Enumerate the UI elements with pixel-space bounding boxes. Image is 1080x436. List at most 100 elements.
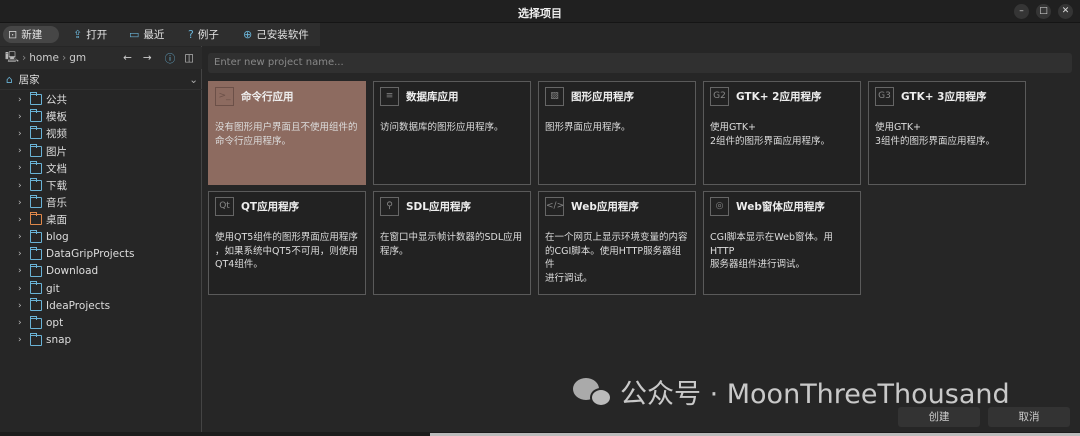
template-description: 使用GTK+ 3组件的图形界面应用程序。 bbox=[875, 122, 996, 147]
watermark: 公众号 · MoonThreeThousand bbox=[620, 379, 1010, 410]
create-button[interactable]: 创建 bbox=[898, 407, 980, 427]
chevron-right-icon[interactable]: › bbox=[18, 129, 26, 139]
template-card[interactable]: </> Web应用程序 在一个网页上显示环境变量的内容 的CGI脚本。使用HTTP服… bbox=[538, 191, 696, 295]
tree-item[interactable]: › 视频 bbox=[18, 125, 135, 142]
webform-icon: ◎ bbox=[710, 197, 729, 216]
folder-icon bbox=[30, 246, 42, 260]
chevron-right-icon[interactable]: › bbox=[18, 301, 26, 311]
tree-item-label: opt bbox=[46, 317, 64, 330]
close-button[interactable]: ✕ bbox=[1058, 4, 1073, 19]
template-title: QT应用程序 bbox=[241, 201, 300, 213]
chevron-right-icon[interactable]: › bbox=[18, 146, 26, 156]
tree-item-label: blog bbox=[46, 231, 69, 244]
question-icon: ? bbox=[188, 28, 194, 41]
folder-icon bbox=[30, 281, 42, 295]
title-bar: 选择项目 – □ ✕ bbox=[0, 0, 1080, 23]
tree-item[interactable]: › DataGripProjects bbox=[18, 246, 135, 263]
template-title: SDL应用程序 bbox=[406, 201, 471, 213]
chevron-right-icon[interactable]: › bbox=[18, 163, 26, 173]
chevron-right-icon[interactable]: › bbox=[18, 95, 26, 105]
template-card[interactable]: Qt QT应用程序 使用QT5组件的图形界面应用程序 ，如果系统中QT5不可用，则使… bbox=[208, 191, 366, 295]
open-button[interactable]: ⇪ 打开 bbox=[68, 26, 112, 43]
tree-item-label: 桌面 bbox=[46, 214, 67, 227]
forward-arrow-icon[interactable]: → bbox=[143, 52, 152, 64]
back-arrow-icon[interactable]: ← bbox=[123, 52, 132, 64]
tree-item[interactable]: › 公共 bbox=[18, 91, 135, 108]
tree-item[interactable]: › 音乐 bbox=[18, 194, 135, 211]
minimize-button[interactable]: – bbox=[1014, 4, 1029, 19]
template-card[interactable]: ◎ Web窗体应用程序 CGI脚本显示在Web窗体。用HTTP 服务器组件进行调试。 bbox=[703, 191, 861, 295]
tree-item[interactable]: › git bbox=[18, 280, 135, 297]
path-segment-gm[interactable]: gm bbox=[69, 52, 86, 64]
chevron-right-icon[interactable]: › bbox=[18, 112, 26, 122]
places-dropdown[interactable]: ⌂ 居家 ⌄ bbox=[0, 70, 202, 90]
chevron-right-icon[interactable]: › bbox=[18, 318, 26, 328]
installed-software-button[interactable]: ⊕ 己安装软件 bbox=[238, 26, 314, 43]
template-description: CGI脚本显示在Web窗体。用HTTP 服务器组件进行调试。 bbox=[710, 232, 834, 270]
open-label: 打开 bbox=[86, 29, 108, 41]
tree-item[interactable]: › opt bbox=[18, 314, 135, 331]
stamp-icon: ⚲ bbox=[380, 197, 399, 216]
examples-button[interactable]: ? 例子 bbox=[183, 26, 224, 43]
tree-item-label: DataGripProjects bbox=[46, 248, 135, 261]
gtk3-icon: G3 bbox=[875, 87, 894, 106]
chevron-right-icon[interactable]: › bbox=[18, 181, 26, 191]
template-card[interactable]: G2 GTK+ 2应用程序 使用GTK+ 2组件的图形界面应用程序。 bbox=[703, 81, 861, 185]
tree-item[interactable]: › 桌面 bbox=[18, 211, 135, 228]
tree-item[interactable]: › 文档 bbox=[18, 160, 135, 177]
recent-button[interactable]: ▭ 最近 bbox=[124, 26, 169, 43]
folder-icon bbox=[30, 298, 42, 312]
folder-icon bbox=[30, 143, 42, 157]
chevron-right-icon[interactable]: › bbox=[18, 249, 26, 259]
template-card[interactable]: ▨ 图形应用程序 图形界面应用程序。 bbox=[538, 81, 696, 185]
recent-label: 最近 bbox=[143, 29, 165, 41]
maximize-button[interactable]: □ bbox=[1036, 4, 1051, 19]
tree-item-label: Download bbox=[46, 265, 99, 278]
chevron-right-icon[interactable]: › bbox=[18, 198, 26, 208]
chevron-right-icon[interactable]: › bbox=[18, 335, 26, 345]
template-title: GTK+ 3应用程序 bbox=[901, 91, 987, 103]
tree-item[interactable]: › blog bbox=[18, 229, 135, 246]
template-description: 图形界面应用程序。 bbox=[545, 122, 631, 133]
folder-icon bbox=[30, 195, 42, 209]
chevron-right-icon[interactable]: › bbox=[18, 232, 26, 242]
chevron-right-icon[interactable]: › bbox=[18, 284, 26, 294]
info-icon[interactable]: ⓘ bbox=[165, 51, 176, 66]
split-view-icon[interactable]: ◫ bbox=[184, 52, 194, 64]
tree-item-label: 文档 bbox=[46, 162, 67, 175]
template-card[interactable]: G3 GTK+ 3应用程序使用GTK+ 3组件的图形界面应用程序。 bbox=[868, 81, 1026, 185]
new-button[interactable]: ⊡ 新建 bbox=[3, 26, 59, 43]
tree-item[interactable]: › Download bbox=[18, 263, 135, 280]
computer-icon[interactable]: 🖳 bbox=[5, 49, 19, 67]
project-name-input[interactable]: Enter new project name... bbox=[208, 53, 1072, 73]
chevron-right-icon[interactable]: › bbox=[18, 215, 26, 225]
cancel-button[interactable]: 取消 bbox=[988, 407, 1070, 427]
tree-item-label: 音乐 bbox=[46, 197, 67, 210]
bottom-scrollbar[interactable] bbox=[0, 432, 1080, 436]
tree-item[interactable]: › snap bbox=[18, 332, 135, 349]
tree-item[interactable]: › 图片 bbox=[18, 143, 135, 160]
terminal-icon: >_ bbox=[215, 87, 234, 106]
path-bar: 🖳 › home › gm ← → ⓘ ◫ bbox=[0, 47, 202, 69]
places-current: 居家 bbox=[18, 74, 40, 86]
tree-item-label: 下载 bbox=[46, 180, 67, 193]
image-icon: ▨ bbox=[545, 87, 564, 106]
template-description: 在窗口中显示帧计数器的SDL应用 程序。 bbox=[380, 232, 523, 257]
desktop-icon bbox=[30, 212, 42, 226]
folder-icon bbox=[30, 263, 42, 277]
wechat-icon-secondary bbox=[590, 388, 612, 407]
template-card[interactable]: ⚲ SDL应用程序在窗口中显示帧计数器的SDL应用 程序。 bbox=[373, 191, 531, 295]
template-card[interactable]: >_ 命令行应用 没有图形用户界面且不使用组件的 命令行应用程序。 bbox=[208, 81, 366, 185]
new-label: 新建 bbox=[21, 29, 43, 41]
tree-item[interactable]: › IdeaProjects bbox=[18, 297, 135, 314]
tree-item[interactable]: › 下载 bbox=[18, 177, 135, 194]
template-card[interactable]: ≡ 数据库应用 访问数据库的图形应用程序。 bbox=[373, 81, 531, 185]
tree-item[interactable]: › 模板 bbox=[18, 108, 135, 125]
template-description: 没有图形用户界面且不使用组件的 命令行应用程序。 bbox=[215, 122, 358, 147]
chevron-right-icon[interactable]: › bbox=[18, 266, 26, 276]
template-title: Web窗体应用程序 bbox=[736, 201, 825, 213]
tree-item-label: git bbox=[46, 282, 60, 295]
folder-icon bbox=[30, 332, 42, 346]
folder-icon bbox=[30, 229, 42, 243]
path-segment-home[interactable]: home bbox=[29, 52, 59, 64]
